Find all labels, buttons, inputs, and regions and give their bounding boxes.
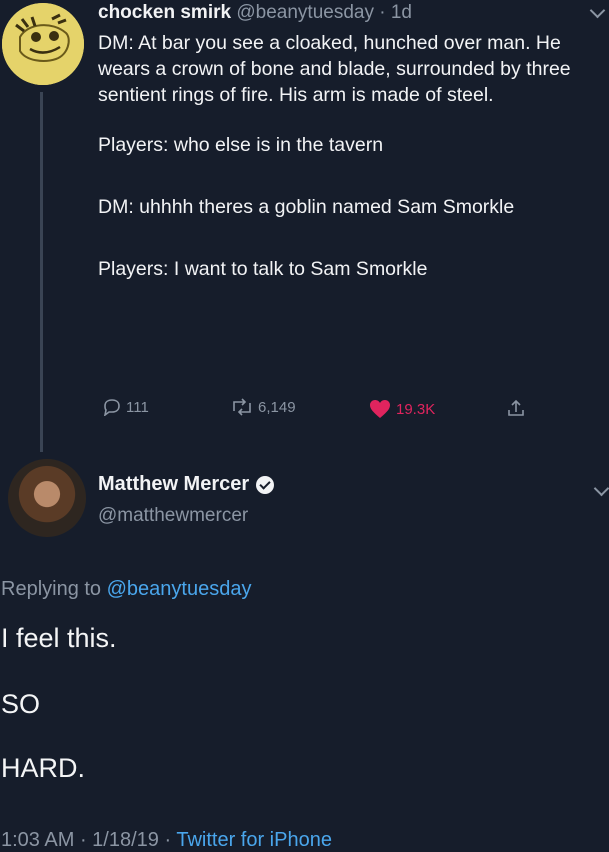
tweet-metadata: 1:03 AM · 1/18/19 · Twitter for iPhone — [1, 829, 332, 852]
tweet-text-line: SO — [1, 689, 41, 719]
tweet-paragraph: DM: At bar you see a cloaked, hunched ov… — [98, 32, 571, 106]
heart-icon — [370, 400, 390, 418]
share-button[interactable] — [506, 398, 526, 418]
tweet-actions: 111 6,149 19.3K — [98, 398, 538, 424]
pepe-avatar-icon[interactable] — [2, 3, 84, 85]
chevron-down-icon[interactable] — [593, 480, 609, 497]
tweet-paragraph: DM: uhhhh theres a goblin named Sam Smor… — [98, 196, 515, 218]
like-button[interactable]: 19.3K — [368, 398, 435, 420]
tweet-header: chocken smirk @beanytuesday · 1d — [98, 2, 412, 24]
reply-tweet: Matthew Mercer @matthewmercer Replying t… — [0, 455, 609, 852]
tweet-time[interactable]: 1:03 AM — [1, 829, 74, 851]
reply-icon — [103, 399, 120, 416]
tweet-source-link[interactable]: Twitter for iPhone — [176, 829, 332, 851]
display-name[interactable]: Matthew Mercer — [98, 473, 249, 496]
display-name-row: Matthew Mercer — [98, 473, 275, 496]
tweet-text: DM: At bar you see a cloaked, hunched ov… — [98, 30, 609, 282]
verified-badge-icon — [256, 475, 275, 494]
retweet-button[interactable]: 6,149 — [230, 398, 296, 416]
user-avatar[interactable] — [8, 459, 86, 537]
tweet-time[interactable]: · 1d — [374, 2, 412, 23]
reply-count: 111 — [126, 398, 149, 416]
replying-to-label: Replying to — [1, 578, 107, 600]
display-name[interactable]: chocken smirk — [98, 2, 231, 23]
tweet-date[interactable]: 1/18/19 — [92, 829, 159, 851]
user-handle[interactable]: @matthewmercer — [98, 505, 248, 527]
thread-connector-line — [40, 92, 43, 452]
reply-button[interactable]: 111 — [102, 398, 149, 416]
separator: · — [74, 829, 93, 851]
tweet-text-line: HARD. — [1, 753, 86, 783]
user-handle[interactable]: @beanytuesday — [236, 2, 374, 23]
like-count: 19.3K — [396, 400, 436, 418]
tweet-text-line: I feel this. — [1, 623, 117, 653]
original-tweet: chocken smirk @beanytuesday · 1d DM: At … — [0, 0, 609, 455]
mention-link[interactable]: @beanytuesday — [107, 578, 252, 600]
tweet-paragraph: Players: who else is in the tavern — [98, 134, 384, 156]
share-icon — [508, 399, 524, 416]
retweet-count: 6,149 — [258, 398, 296, 416]
retweet-icon — [233, 398, 251, 416]
chevron-down-icon[interactable] — [589, 2, 606, 19]
separator: · — [158, 829, 177, 851]
replying-to-line: Replying to @beanytuesday — [1, 578, 251, 601]
tweet-paragraph: Players: I want to talk to Sam Smorkle — [98, 258, 428, 280]
